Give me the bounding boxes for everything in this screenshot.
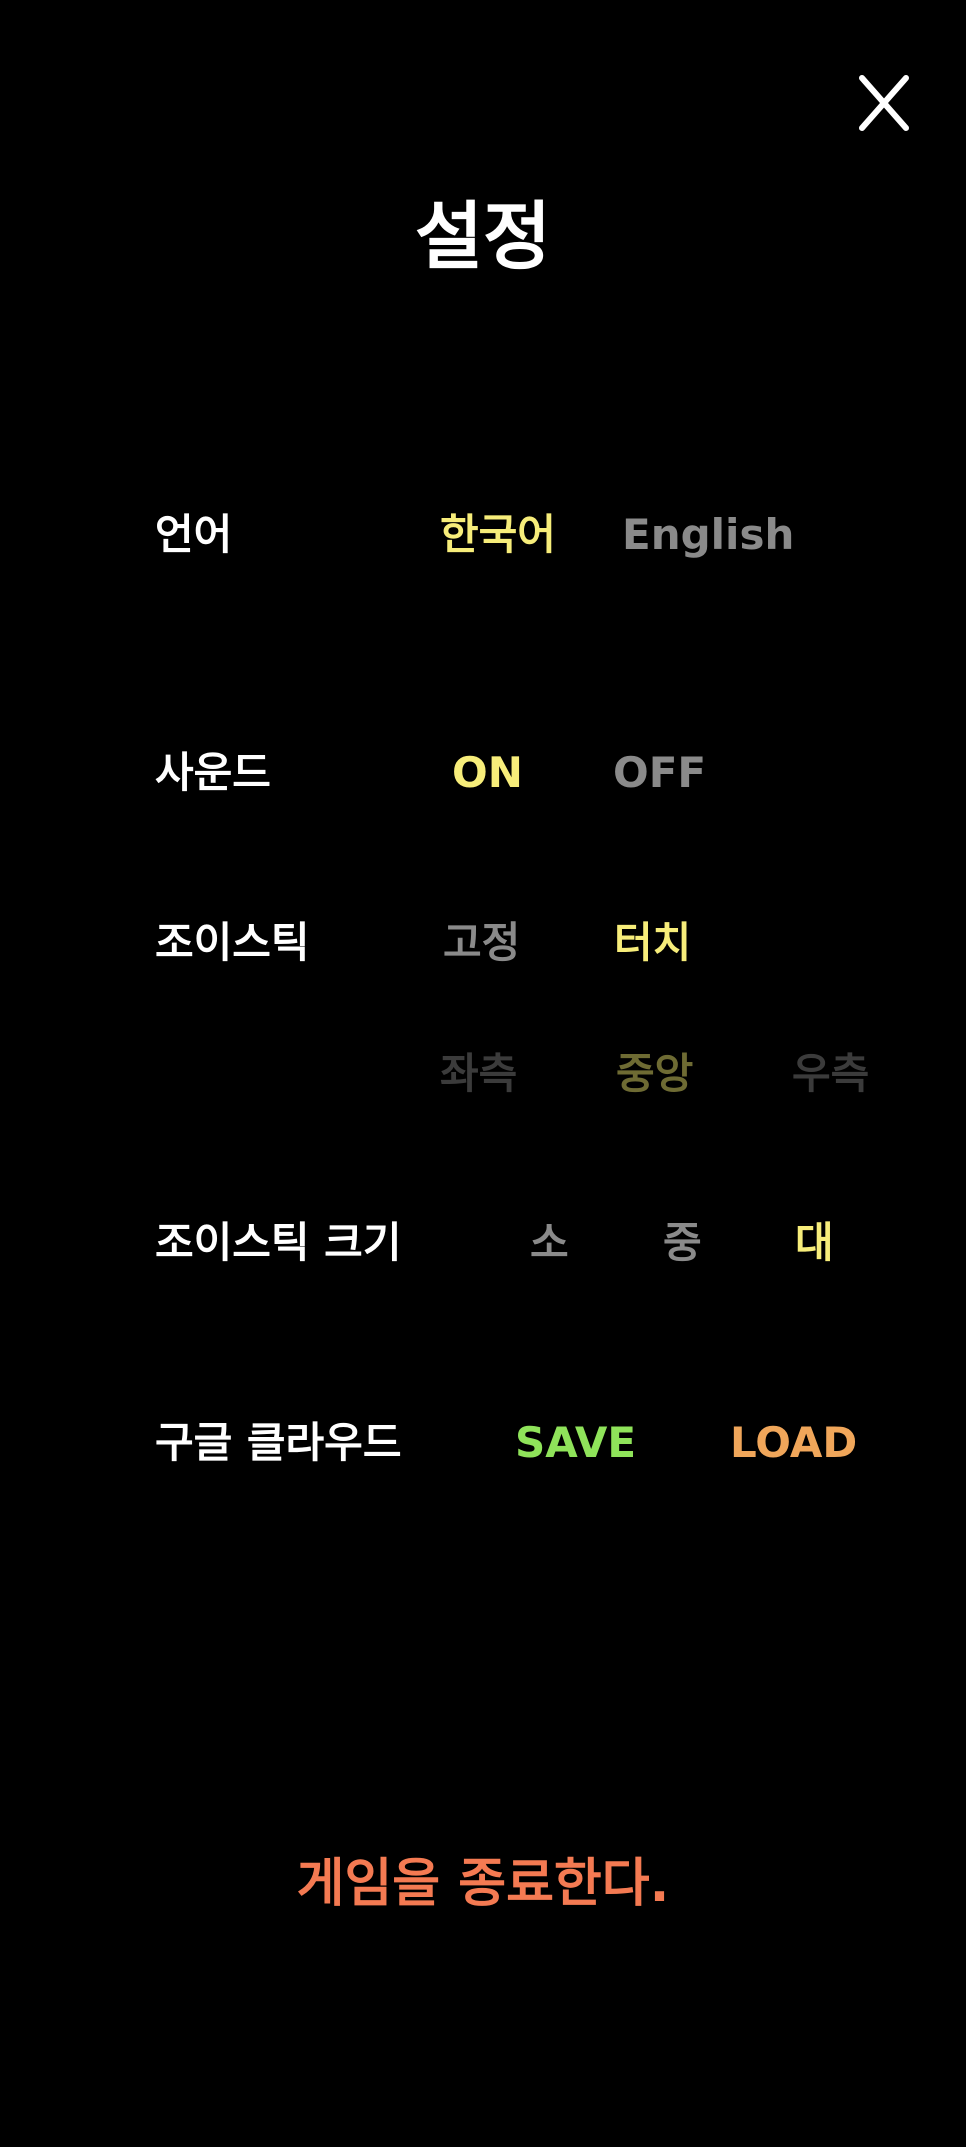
joystick-option-touch[interactable]: 터치 — [614, 922, 691, 964]
sound-label: 사운드 — [155, 748, 271, 797]
close-icon — [859, 75, 909, 131]
page-title: 설정 — [414, 194, 552, 280]
language-option-english[interactable]: English — [622, 514, 794, 556]
joystick-size-small[interactable]: 소 — [530, 1222, 569, 1264]
language-label: 언어 — [155, 510, 233, 559]
close-button[interactable] — [856, 72, 912, 134]
cloud-load-button[interactable]: LOAD — [730, 1422, 857, 1464]
quit-game-button[interactable]: 게임을 종료한다. — [0, 1858, 966, 1910]
cloud-label: 구글 클라우드 — [155, 1418, 402, 1467]
joystick-position-right[interactable]: 우측 — [792, 1053, 869, 1095]
joystick-size-label: 조이스틱 크기 — [155, 1218, 402, 1267]
joystick-label: 조이스틱 — [155, 918, 310, 967]
joystick-position-left[interactable]: 좌측 — [440, 1053, 517, 1095]
language-option-korean[interactable]: 한국어 — [440, 514, 556, 556]
sound-option-on[interactable]: ON — [452, 752, 523, 794]
cloud-save-button[interactable]: SAVE — [515, 1422, 636, 1464]
joystick-size-medium[interactable]: 중 — [663, 1222, 702, 1264]
sound-option-off[interactable]: OFF — [613, 752, 706, 794]
joystick-size-large[interactable]: 대 — [795, 1222, 834, 1264]
joystick-option-fixed[interactable]: 고정 — [443, 922, 520, 964]
joystick-position-center[interactable]: 중앙 — [616, 1053, 693, 1095]
